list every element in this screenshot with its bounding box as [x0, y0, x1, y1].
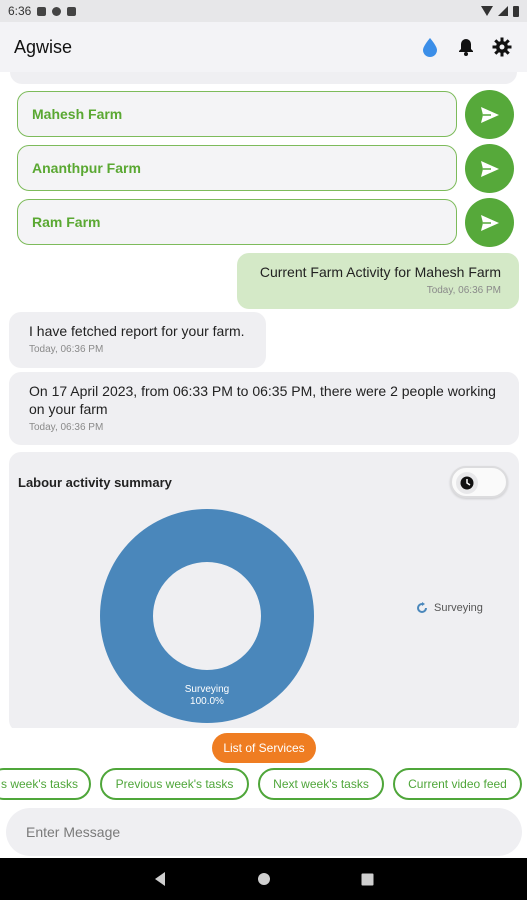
notification-icon	[52, 6, 62, 16]
farm-option[interactable]: Ram Farm	[17, 199, 457, 245]
send-button[interactable]	[465, 144, 514, 193]
view-toggle[interactable]	[450, 466, 508, 498]
message-text: Current Farm Activity for Mahesh Farm	[259, 264, 501, 280]
farm-option[interactable]: Mahesh Farm	[17, 91, 457, 137]
chat-area[interactable]: Mahesh Farm Ananthpur Farm Ram Farm Curr…	[0, 72, 527, 728]
battery-icon	[513, 5, 519, 17]
bot-message: On 17 April 2023, from 06:33 PM to 06:35…	[9, 372, 519, 445]
message-text: On 17 April 2023, from 06:33 PM to 06:35…	[29, 383, 496, 417]
message-time: Today, 06:36 PM	[29, 344, 104, 355]
send-icon	[480, 106, 499, 123]
notification-icon	[37, 6, 47, 16]
notification-icon	[67, 6, 77, 16]
clock-icon	[460, 476, 474, 490]
signal-icon	[498, 6, 508, 16]
farm-option[interactable]: Ananthpur Farm	[17, 145, 457, 191]
user-message: Current Farm Activity for Mahesh Farm To…	[237, 253, 519, 309]
bell-icon[interactable]	[455, 36, 477, 58]
send-button[interactable]	[465, 90, 514, 139]
toggle-knob	[456, 472, 478, 494]
farm-option-row: Mahesh Farm	[17, 90, 514, 139]
message-text: I have fetched report for your farm.	[29, 323, 245, 339]
gear-icon[interactable]	[491, 36, 513, 58]
chart-legend: Surveying	[416, 602, 483, 614]
send-button[interactable]	[465, 198, 514, 247]
chip-this-weeks-tasks[interactable]: s week's tasks	[0, 768, 91, 800]
send-icon	[480, 160, 499, 177]
home-icon[interactable]	[257, 872, 271, 886]
navigation-bar	[0, 858, 527, 900]
status-time: 6:36	[8, 4, 32, 18]
quick-reply-chips: s week's tasks Previous week's tasks Nex…	[0, 768, 527, 800]
slice-label-percent: 100.0%	[190, 696, 224, 707]
message-time: Today, 06:36 PM	[29, 422, 104, 433]
summary-title: Labour activity summary	[18, 475, 172, 490]
water-drop-icon[interactable]	[419, 36, 441, 58]
wifi-icon	[481, 6, 493, 16]
donut-chart: Surveying100.0%	[100, 509, 314, 723]
labour-summary-card: Labour activity summary Surveying 100.0% …	[9, 452, 519, 728]
chip-next-weeks-tasks[interactable]: Next week's tasks	[258, 768, 384, 800]
farm-option-row: Ananthpur Farm	[17, 144, 514, 193]
message-input-bar	[6, 808, 522, 856]
message-time: Today, 06:36 PM	[426, 285, 501, 296]
list-of-services-button[interactable]: List of Services	[212, 733, 316, 763]
back-icon[interactable]	[153, 871, 167, 887]
recents-icon[interactable]	[361, 873, 374, 886]
donut-slice-surveying	[100, 509, 314, 723]
message-input[interactable]	[26, 824, 522, 840]
bot-message: I have fetched report for your farm. Tod…	[9, 312, 266, 368]
app-bar: Agwise	[0, 22, 527, 72]
refresh-icon	[417, 602, 427, 613]
slice-label-category: Surveying	[185, 684, 229, 695]
previous-card	[10, 72, 517, 84]
status-bar: 6:36	[0, 0, 527, 22]
legend-label: Surveying	[434, 602, 483, 614]
chip-current-video-feed[interactable]: Current video feed	[393, 768, 522, 800]
app-title: Agwise	[14, 36, 73, 57]
send-icon	[480, 214, 499, 231]
farm-option-row: Ram Farm	[17, 198, 514, 247]
chip-previous-weeks-tasks[interactable]: Previous week's tasks	[100, 768, 249, 800]
